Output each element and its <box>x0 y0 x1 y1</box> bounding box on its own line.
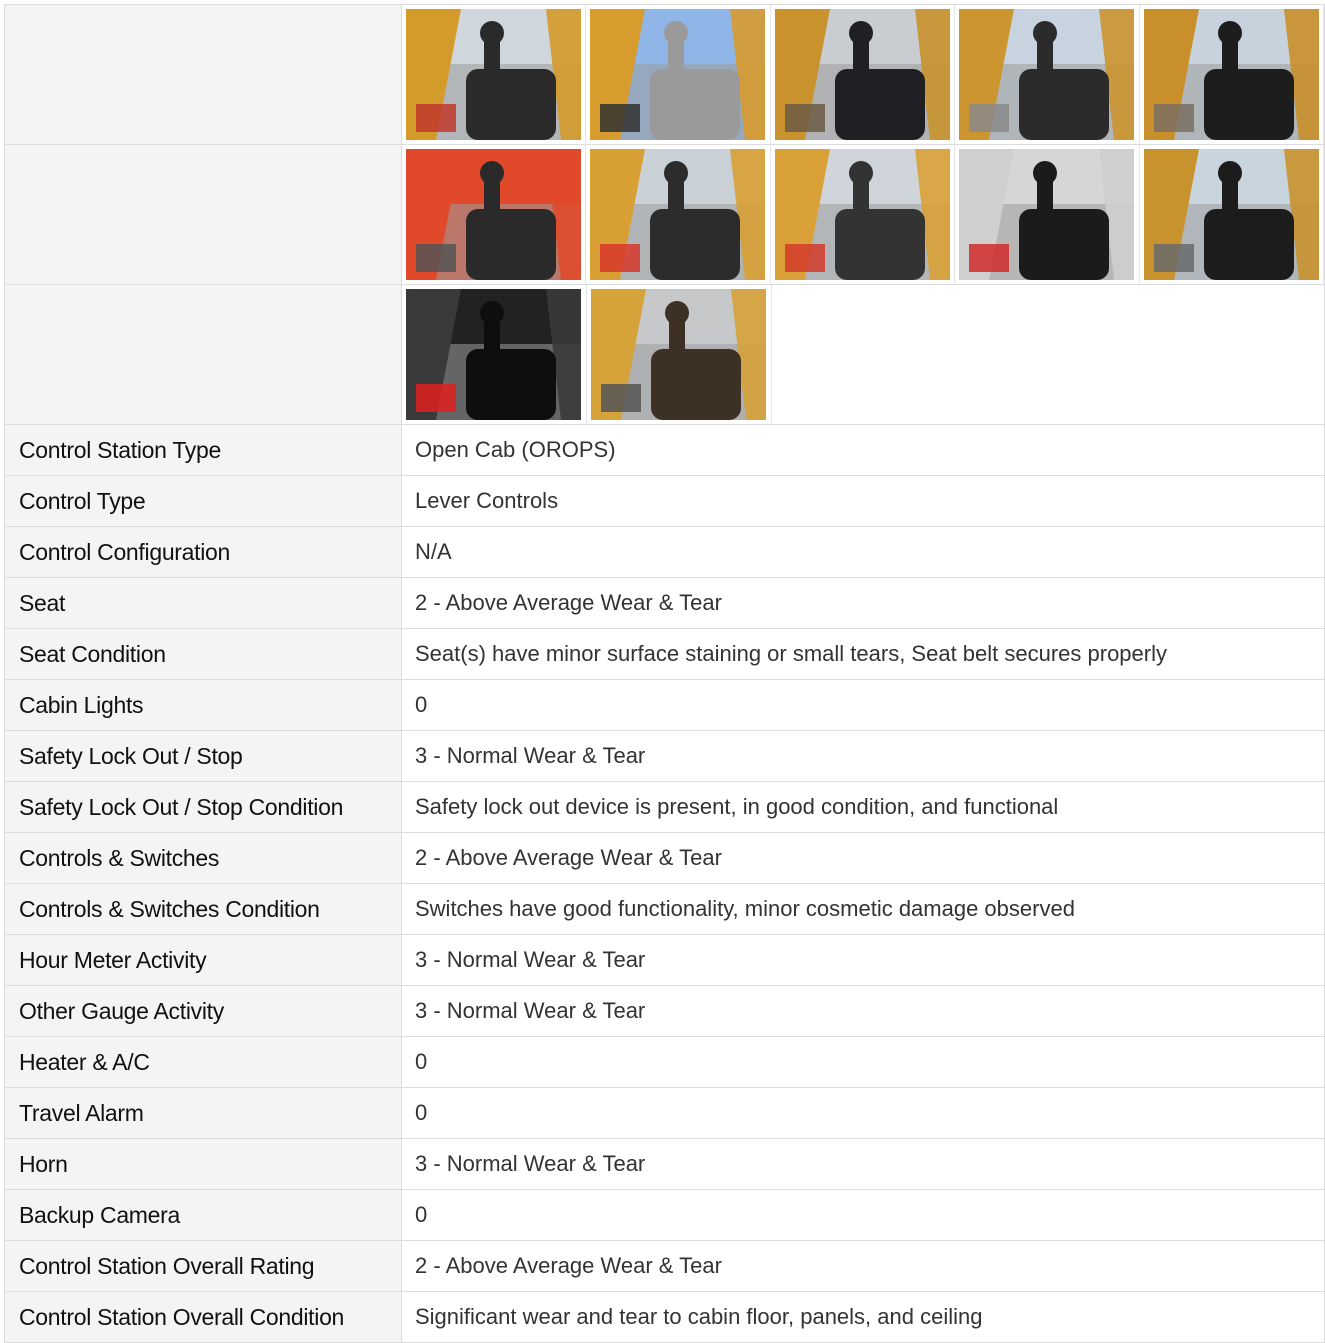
photo-thumbnail-seat-back[interactable] <box>771 5 956 144</box>
spec-label: Horn <box>4 1138 402 1190</box>
spec-label: Safety Lock Out / Stop Condition <box>4 781 402 833</box>
photo-image <box>1143 149 1319 280</box>
photo-row-label <box>4 144 402 285</box>
photo-thumbnail-lever-closeup[interactable] <box>955 145 1140 284</box>
spec-row: Control Configuration N/A <box>4 526 1325 578</box>
spec-label: Seat <box>4 577 402 629</box>
spec-label: Travel Alarm <box>4 1087 402 1139</box>
spec-row: Travel Alarm 0 <box>4 1087 1325 1139</box>
photo-image <box>590 9 766 140</box>
photo-row-label <box>4 284 402 425</box>
spec-value: 0 <box>401 1087 1325 1139</box>
photo-thumbnail-joystick-dash[interactable] <box>402 5 587 144</box>
photo-row-3 <box>4 284 1325 425</box>
photo-thumbnail-joystick-rear[interactable] <box>1140 145 1325 284</box>
spec-value: 2 - Above Average Wear & Tear <box>401 832 1325 884</box>
spec-value: 2 - Above Average Wear & Tear <box>401 577 1325 629</box>
photo-image <box>590 149 766 280</box>
spec-row: Cabin Lights 0 <box>4 679 1325 731</box>
spec-value: 3 - Normal Wear & Tear <box>401 934 1325 986</box>
photo-image <box>406 9 581 140</box>
thumbnail-strip <box>402 145 1325 284</box>
spec-value: 0 <box>401 1036 1325 1088</box>
spec-row: Heater & A/C 0 <box>4 1036 1325 1088</box>
spec-label: Heater & A/C <box>4 1036 402 1088</box>
photo-image <box>774 9 950 140</box>
spec-row: Control Station Overall Rating 2 - Above … <box>4 1240 1325 1292</box>
spec-label: Other Gauge Activity <box>4 985 402 1037</box>
spec-row: Controls & Switches Condition Switches ha… <box>4 883 1325 935</box>
photo-thumbnail-seat-cushion[interactable] <box>402 145 587 284</box>
spec-label: Control Type <box>4 475 402 527</box>
spec-value: 3 - Normal Wear & Tear <box>401 730 1325 782</box>
spec-label: Cabin Lights <box>4 679 402 731</box>
spec-value: 0 <box>401 679 1325 731</box>
spec-row: Hour Meter Activity 3 - Normal Wear & Tea… <box>4 934 1325 986</box>
spec-label: Seat Condition <box>4 628 402 680</box>
spec-label: Backup Camera <box>4 1189 402 1241</box>
spec-label: Control Station Overall Rating <box>4 1240 402 1292</box>
spec-row: Safety Lock Out / Stop Condition Safety l… <box>4 781 1325 833</box>
photo-thumbnail-gauge-panel[interactable] <box>402 285 587 424</box>
photo-cell <box>401 144 1325 285</box>
spec-value: 2 - Above Average Wear & Tear <box>401 1240 1325 1292</box>
photo-cell <box>401 4 1325 145</box>
spec-row: Control Station Type Open Cab (OROPS) <box>4 424 1325 476</box>
spec-row: Seat 2 - Above Average Wear & Tear <box>4 577 1325 629</box>
photo-image <box>591 289 766 420</box>
spec-value: Switches have good functionality, minor … <box>401 883 1325 935</box>
spec-label: Control Configuration <box>4 526 402 578</box>
spec-row: Backup Camera 0 <box>4 1189 1325 1241</box>
photo-cell <box>401 284 1325 425</box>
spec-row: Control Station Overall Condition Signifi… <box>4 1291 1325 1343</box>
spec-label: Controls & Switches Condition <box>4 883 402 935</box>
photo-image <box>959 9 1135 140</box>
spec-label: Hour Meter Activity <box>4 934 402 986</box>
spec-value: Open Cab (OROPS) <box>401 424 1325 476</box>
photo-thumbnail-operator-area[interactable] <box>586 145 771 284</box>
spec-row: Horn 3 - Normal Wear & Tear <box>4 1138 1325 1190</box>
spec-value: 0 <box>401 1189 1325 1241</box>
spec-value: Lever Controls <box>401 475 1325 527</box>
photo-row-label <box>4 4 402 145</box>
photo-image <box>406 289 581 420</box>
thumbnail-strip <box>402 5 1325 144</box>
control-station-table: Control Station Type Open Cab (OROPS) Cont… <box>4 4 1325 1343</box>
photo-thumbnail-cab-side[interactable] <box>771 145 956 284</box>
spec-row: Control Type Lever Controls <box>4 475 1325 527</box>
spec-sheet: Control Station Type Open Cab (OROPS) Cont… <box>4 4 1325 1343</box>
spec-label: Control Station Type <box>4 424 402 476</box>
spec-label: Safety Lock Out / Stop <box>4 730 402 782</box>
spec-row: Safety Lock Out / Stop 3 - Normal Wear & … <box>4 730 1325 782</box>
spec-value: 3 - Normal Wear & Tear <box>401 985 1325 1037</box>
photo-image <box>959 149 1135 280</box>
spec-value: Significant wear and tear to cabin floor… <box>401 1291 1325 1343</box>
photo-thumbnail-panel-damage[interactable] <box>587 285 772 424</box>
photo-thumbnail-joystick-side[interactable] <box>1140 5 1325 144</box>
spec-row: Controls & Switches 2 - Above Average Wea… <box>4 832 1325 884</box>
spec-row: Seat Condition Seat(s) have minor surface… <box>4 628 1325 680</box>
thumbnail-strip <box>402 285 1324 424</box>
photo-thumbnail-seat-front[interactable] <box>955 5 1140 144</box>
spec-value: Safety lock out device is present, in go… <box>401 781 1325 833</box>
spec-label: Control Station Overall Condition <box>4 1291 402 1343</box>
photo-image <box>406 149 581 280</box>
spec-value: 3 - Normal Wear & Tear <box>401 1138 1325 1190</box>
photo-row-2 <box>4 144 1325 285</box>
spec-row: Other Gauge Activity 3 - Normal Wear & Te… <box>4 985 1325 1037</box>
photo-image <box>774 149 950 280</box>
spec-label: Controls & Switches <box>4 832 402 884</box>
photo-thumbnail-cab-roof[interactable] <box>586 5 771 144</box>
spec-value: N/A <box>401 526 1325 578</box>
photo-image <box>1143 9 1319 140</box>
photo-row-1 <box>4 4 1325 145</box>
spec-value: Seat(s) have minor surface staining or s… <box>401 628 1325 680</box>
